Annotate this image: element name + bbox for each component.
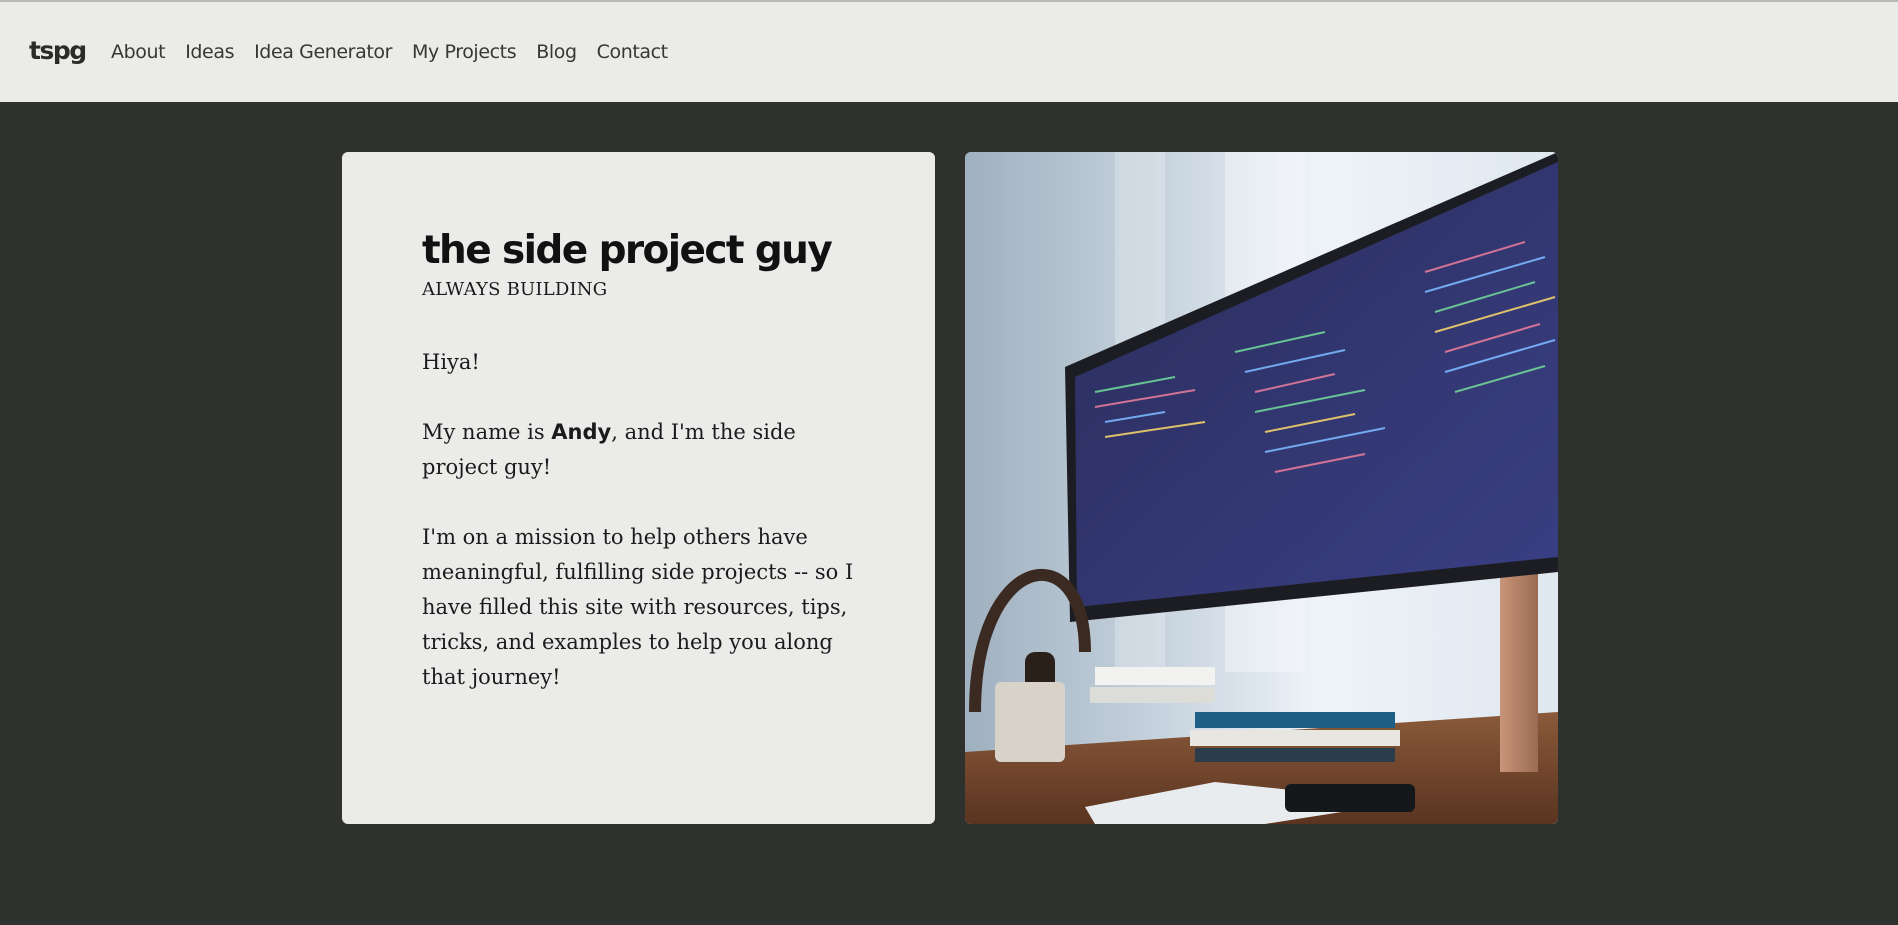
brand-logo[interactable]: tspg [29,36,87,65]
hero-image [965,152,1558,824]
page-subtitle: ALWAYS BUILDING [422,278,608,300]
nav-link-contact[interactable]: Contact [597,41,669,63]
author-name: Andy [551,419,612,444]
intro-card: the side project guy ALWAYS BUILDING Hiy… [342,152,935,824]
nav-link-about[interactable]: About [111,41,166,63]
nav-links: About Ideas Idea Generator My Projects B… [111,41,688,63]
mission-paragraph: I'm on a mission to help others have mea… [422,524,854,689]
navbar: tspg About Ideas Idea Generator My Proje… [0,2,1898,102]
page-title: the side project guy [422,228,833,273]
intro-content: the side project guy ALWAYS BUILDING Hiy… [422,228,862,695]
desk-monitor-photo [965,152,1558,824]
nav-link-idea-generator[interactable]: Idea Generator [254,41,392,63]
intro-paragraph: My name is Andy, and I'm the side projec… [422,415,862,485]
greeting-text: Hiya! [422,349,480,374]
nav-link-ideas[interactable]: Ideas [185,41,234,63]
nav-link-blog[interactable]: Blog [536,41,577,63]
nav-link-my-projects[interactable]: My Projects [412,41,517,63]
intro-prefix: My name is [422,419,552,444]
